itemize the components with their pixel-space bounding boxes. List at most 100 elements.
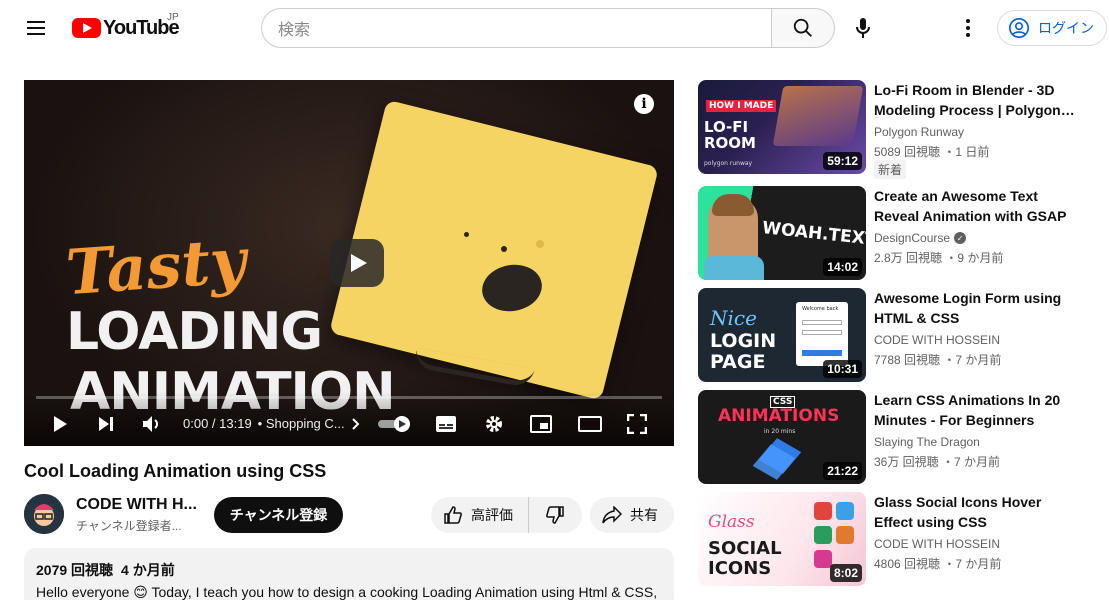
youtube-logo[interactable]: YouTube bbox=[72, 16, 180, 40]
chapter-title[interactable]: • Shopping C... bbox=[258, 416, 345, 431]
video-player[interactable]: Tasty LOADING ANIMATION i 0:00 / 13:19• … bbox=[24, 80, 674, 446]
description-text: Hello everyone 😊 Today, I teach you how … bbox=[36, 584, 658, 600]
thumbs-down-icon bbox=[546, 506, 564, 524]
thumb-label: Welcome back bbox=[802, 306, 839, 312]
related-title[interactable]: Glass Social Icons Hover Effect using CS… bbox=[874, 492, 1084, 532]
thumb-label: ICONS bbox=[708, 558, 772, 579]
like-button[interactable]: 高評価 bbox=[431, 497, 529, 533]
masthead: YouTube JP 検索 ログイン bbox=[0, 0, 1109, 56]
channel-avatar[interactable] bbox=[24, 494, 64, 534]
description-box[interactable]: 2079 回視聴 4 か月前 Hello everyone 😊 Today, I … bbox=[24, 548, 674, 600]
subscribe-button[interactable]: チャンネル登録 bbox=[214, 497, 343, 533]
search-input[interactable]: 検索 bbox=[261, 8, 772, 48]
verified-check-icon: ✓ bbox=[954, 232, 967, 244]
more-vert-icon[interactable] bbox=[956, 16, 980, 40]
thumb-label: polygon runway bbox=[704, 160, 753, 167]
subtitles-icon[interactable] bbox=[434, 412, 458, 436]
login-button[interactable]: ログイン bbox=[997, 10, 1107, 46]
fullscreen-icon[interactable] bbox=[625, 412, 649, 436]
related-stats: 5089 回視聴 ・1 日前 bbox=[874, 145, 990, 159]
miniplayer-icon[interactable] bbox=[529, 412, 553, 436]
thumbnail-title-tasty: Tasty bbox=[63, 223, 249, 310]
search-button[interactable] bbox=[771, 8, 835, 48]
thumbnail-title-loading: LOADING bbox=[66, 302, 323, 362]
thumb-label: ROOM bbox=[704, 134, 756, 152]
subscribe-label: チャンネル登録 bbox=[229, 507, 328, 523]
channel-name[interactable]: CODE WITH H... bbox=[76, 496, 197, 514]
related-title[interactable]: Learn CSS Animations In 20 Minutes - For… bbox=[874, 390, 1084, 430]
related-thumbnail[interactable]: HOW I MADE LO-FI ROOM polygon runway 59:… bbox=[698, 80, 866, 174]
related-thumbnail[interactable]: Nice LOGIN PAGE Welcome back 10:31 bbox=[698, 288, 866, 382]
related-channel-name: Polygon Runway bbox=[874, 125, 965, 139]
video-duration: 14:02 bbox=[823, 258, 862, 276]
view-count: 2079 回視聴 bbox=[36, 562, 114, 578]
video-duration: 8:02 bbox=[829, 564, 862, 582]
related-channel[interactable]: Slaying The Dragon bbox=[874, 435, 980, 449]
related-channel[interactable]: Polygon Runway bbox=[874, 125, 964, 139]
share-label: 共有 bbox=[630, 507, 658, 523]
related-channel-name: DesignCourse bbox=[874, 231, 951, 245]
theater-mode-icon[interactable] bbox=[577, 412, 603, 436]
region-label: JP bbox=[167, 12, 179, 23]
youtube-play-icon bbox=[72, 18, 101, 38]
play-icon[interactable] bbox=[48, 412, 72, 436]
thumb-label: Nice bbox=[710, 306, 757, 330]
video-duration: 59:12 bbox=[823, 152, 862, 170]
chapter-chevron-icon[interactable] bbox=[349, 412, 363, 436]
related-video-item[interactable]: WOAH.TEXT 14:02 Create an Awesome Text R… bbox=[698, 186, 1098, 280]
settings-gear-icon[interactable] bbox=[482, 412, 506, 436]
large-play-button[interactable] bbox=[330, 239, 384, 287]
channel-subscriber-count: チャンネル登録者... bbox=[76, 519, 182, 533]
related-thumbnail[interactable]: CSS ANIMATIONS in 20 mins 21:22 bbox=[698, 390, 866, 484]
video-duration: 10:31 bbox=[823, 360, 862, 378]
progress-bar[interactable] bbox=[36, 396, 662, 399]
related-stats: 2.8万 回視聴 ・9 か月前 bbox=[874, 251, 1004, 265]
mic-button[interactable] bbox=[843, 8, 883, 48]
related-channel-name: CODE WITH HOSSEIN bbox=[874, 537, 1001, 551]
related-channel[interactable]: DesignCourse ✓ bbox=[874, 231, 967, 245]
info-icon[interactable]: i bbox=[634, 94, 654, 114]
related-video-item[interactable]: Glass SOCIAL ICONS 8:02 Glass Social Ico… bbox=[698, 492, 1098, 586]
menu-icon[interactable] bbox=[24, 16, 48, 40]
player-controls: 0:00 / 13:19 • Shopping C... bbox=[24, 392, 674, 446]
related-video-item[interactable]: HOW I MADE LO-FI ROOM polygon runway 59:… bbox=[698, 80, 1098, 179]
thumb-label: in 20 mins bbox=[764, 428, 796, 435]
login-label: ログイン bbox=[1038, 20, 1094, 36]
like-dislike-group: 高評価 bbox=[431, 497, 582, 533]
thumbs-up-icon bbox=[444, 506, 462, 524]
time-current-duration: 0:00 / 13:19 bbox=[183, 416, 252, 431]
thumb-label: SOCIAL bbox=[708, 538, 782, 559]
search-icon bbox=[793, 18, 812, 37]
search-placeholder: 検索 bbox=[278, 22, 311, 39]
share-button[interactable]: 共有 bbox=[590, 497, 674, 533]
thumb-label: LOGIN bbox=[710, 330, 777, 352]
dislike-button[interactable] bbox=[529, 497, 581, 533]
account-icon bbox=[1009, 18, 1029, 38]
related-video-item[interactable]: CSS ANIMATIONS in 20 mins 21:22 Learn CS… bbox=[698, 390, 1098, 484]
publish-date: 4 か月前 bbox=[121, 562, 175, 578]
thumb-label: WOAH.TEXT bbox=[761, 218, 866, 250]
next-icon[interactable] bbox=[94, 412, 118, 436]
related-thumbnail[interactable]: WOAH.TEXT 14:02 bbox=[698, 186, 866, 280]
related-title[interactable]: Create an Awesome Text Reveal Animation … bbox=[874, 186, 1084, 226]
related-stats: 36万 回視聴 ・7 か月前 bbox=[874, 455, 1001, 469]
mic-icon bbox=[856, 18, 870, 38]
autoplay-toggle[interactable] bbox=[378, 412, 412, 436]
related-title[interactable]: Awesome Login Form using HTML & CSS bbox=[874, 288, 1084, 328]
thumb-label: HOW I MADE bbox=[706, 100, 777, 112]
related-channel[interactable]: CODE WITH HOSSEIN bbox=[874, 537, 1000, 551]
related-title[interactable]: Lo-Fi Room in Blender - 3D Modeling Proc… bbox=[874, 80, 1084, 120]
volume-icon[interactable] bbox=[140, 412, 164, 436]
related-channel-name: Slaying The Dragon bbox=[874, 435, 980, 449]
like-label: 高評価 bbox=[471, 507, 513, 523]
related-channel[interactable]: CODE WITH HOSSEIN bbox=[874, 333, 1000, 347]
share-icon bbox=[602, 506, 622, 524]
thumb-label: Glass bbox=[708, 512, 755, 532]
related-thumbnail[interactable]: Glass SOCIAL ICONS 8:02 bbox=[698, 492, 866, 586]
thumb-label: ANIMATIONS bbox=[718, 406, 840, 426]
time-display: 0:00 / 13:19 • Shopping C... bbox=[183, 416, 345, 431]
description-meta: 2079 回視聴 4 か月前 bbox=[36, 560, 662, 580]
thumb-label: PAGE bbox=[710, 351, 766, 373]
related-video-item[interactable]: Nice LOGIN PAGE Welcome back 10:31 Aweso… bbox=[698, 288, 1098, 382]
video-duration: 21:22 bbox=[823, 462, 862, 480]
